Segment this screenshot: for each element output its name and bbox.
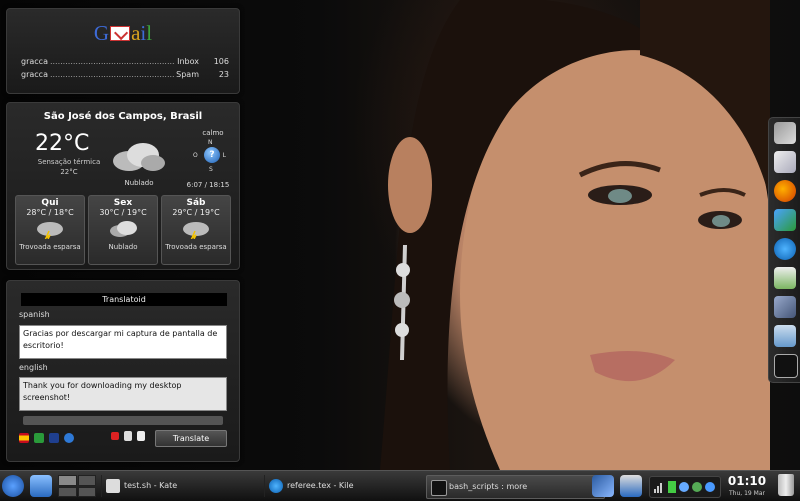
translated-text-field[interactable]: Thank you for downloading my desktop scr… — [19, 377, 227, 411]
tools-icon[interactable] — [774, 122, 796, 144]
info-icon[interactable] — [64, 433, 74, 443]
cloudy-icon — [113, 143, 165, 171]
desktop-pager[interactable] — [58, 475, 96, 497]
forecast-day-1: Qui 28°C / 18°C Trovoada esparsa — [15, 195, 85, 265]
tray-icons — [654, 481, 715, 493]
file-manager-icon[interactable] — [774, 325, 796, 347]
weather-location: São José dos Campos, Brasil — [43, 111, 203, 122]
spanish-flag-icon[interactable] — [19, 433, 29, 443]
wind-text: calmo — [202, 129, 224, 137]
forecast-day-2: Sex 30°C / 19°C Nublado — [88, 195, 158, 265]
edit-actions — [111, 431, 145, 441]
source-language-label: spanish — [19, 310, 50, 319]
calculator-icon[interactable] — [774, 267, 796, 289]
system-tray — [649, 476, 721, 498]
inbox-count: 106 — [213, 57, 229, 66]
uk-flag-icon[interactable] — [49, 433, 59, 443]
translatoid-widget: Translatoid spanish Gracias por descarga… — [6, 280, 240, 462]
translation-progress-bar — [23, 416, 223, 425]
current-condition: Nublado — [124, 179, 154, 187]
network-icon[interactable] — [592, 475, 614, 497]
terminal-icon[interactable] — [774, 354, 798, 378]
translatoid-title: Translatoid — [21, 293, 227, 306]
mail-icon[interactable] — [774, 151, 796, 173]
kate-icon — [106, 479, 120, 493]
mail-envelope-icon — [110, 26, 131, 41]
fedora-menu-icon[interactable] — [2, 475, 24, 497]
language-flags — [19, 431, 74, 445]
target-language-label: english — [19, 363, 48, 372]
editor-icon[interactable] — [774, 296, 796, 318]
removable-device-icon[interactable] — [620, 475, 642, 497]
mail-row-spam[interactable]: gracca .................................… — [21, 70, 229, 79]
mail-row-inbox[interactable]: gracca .................................… — [21, 57, 229, 66]
spam-count: 23 — [218, 70, 229, 79]
task-terminal[interactable]: bash_scripts : more — [426, 475, 605, 499]
desktop-2[interactable] — [77, 475, 96, 486]
forecast-day-3: Sáb 29°C / 19°C Trovoada esparsa — [161, 195, 231, 265]
clock-date[interactable]: Thu, 19 Mar — [720, 490, 774, 497]
feels-like: Sensação térmica 22°C — [37, 158, 101, 176]
translate-button[interactable]: Translate — [155, 430, 227, 447]
taskbar: test.sh - Kate referee.tex - Kile bash_s… — [0, 470, 800, 501]
compass-dial-icon: ? — [204, 147, 220, 163]
clear-icon[interactable] — [111, 432, 119, 440]
task-kate[interactable]: test.sh - Kate — [101, 475, 279, 497]
kile-icon — [269, 479, 283, 493]
task-kile[interactable]: referee.tex - Kile — [264, 475, 442, 497]
desktop-4[interactable] — [77, 486, 96, 497]
desktop-1[interactable] — [58, 475, 77, 486]
wallpaper-portrait — [380, 0, 770, 470]
gmail-widget: Gail gracca ............................… — [6, 8, 240, 94]
desktop-3[interactable] — [58, 486, 77, 497]
show-desktop-icon[interactable] — [30, 475, 52, 497]
sunrise-sunset: 6:07 / 18:15 — [186, 181, 230, 189]
source-text-field[interactable]: Gracias por descargar mi captura de pant… — [19, 325, 227, 359]
application-dock — [768, 117, 800, 383]
thunderstorm-icon — [183, 222, 209, 241]
terminal-icon — [431, 480, 447, 496]
wind-compass: N O ? L S — [193, 139, 226, 173]
paste-icon[interactable] — [137, 431, 145, 441]
gmail-logo: Gail — [93, 21, 153, 45]
swap-languages-icon[interactable] — [34, 433, 44, 443]
clock-time[interactable]: 01:10 — [722, 474, 772, 488]
current-temperature: 22°C — [35, 131, 90, 156]
weather-widget: São José dos Campos, Brasil 22°C Sensaçã… — [6, 102, 240, 270]
kde-icon[interactable] — [774, 238, 796, 260]
firefox-icon[interactable] — [774, 180, 796, 202]
thunderstorm-icon — [37, 222, 63, 241]
copy-icon[interactable] — [124, 431, 132, 441]
messenger-icon[interactable] — [774, 209, 796, 231]
cloudy-icon — [110, 221, 137, 237]
trash-icon[interactable] — [778, 474, 794, 496]
